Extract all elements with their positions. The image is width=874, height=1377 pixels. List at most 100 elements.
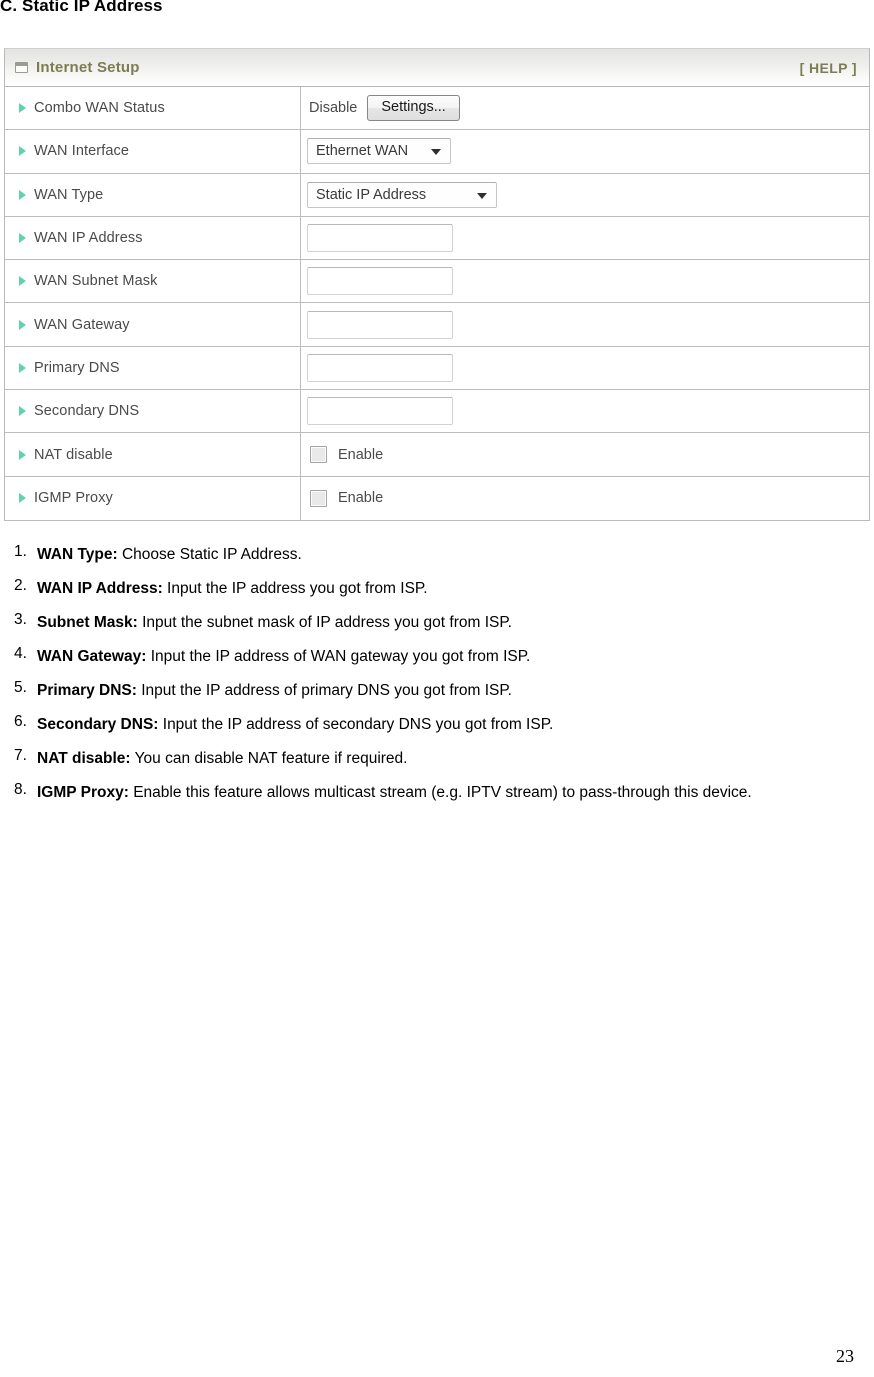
list-item: 2. WAN IP Address: Input the IP address … xyxy=(0,577,874,601)
wan-type-select[interactable]: Static IP Address xyxy=(307,181,497,208)
list-item-term: Secondary DNS: xyxy=(37,716,159,734)
wan-ip-address-input[interactable] xyxy=(307,224,453,253)
list-item-number: 2. xyxy=(14,577,27,595)
list-item-text: Input the IP address of WAN gateway you … xyxy=(146,648,531,666)
label-text: WAN IP Address xyxy=(34,230,143,247)
settings-table: Combo WAN Status Disable Settings... WAN… xyxy=(5,87,869,520)
row-value-wan-ip-address xyxy=(301,217,869,259)
list-item-text: You can disable NAT feature if required. xyxy=(130,750,408,768)
row-label-wan-gateway: WAN Gateway xyxy=(5,303,301,346)
list-item: 6. Secondary DNS: Input the IP address o… xyxy=(0,713,874,737)
row-value-wan-subnet-mask xyxy=(301,260,869,302)
row-label-primary-dns: Primary DNS xyxy=(5,346,301,390)
bullet-triangle-icon xyxy=(19,276,26,287)
table-row: WAN Type Static IP Address xyxy=(5,173,869,217)
primary-dns-input[interactable] xyxy=(307,353,453,382)
igmp-proxy-checkbox-wrap: Enable xyxy=(307,489,384,507)
list-item-number: 3. xyxy=(14,611,27,629)
wan-subnet-mask-input[interactable] xyxy=(307,267,453,296)
bullet-triangle-icon xyxy=(19,233,26,244)
list-item-number: 4. xyxy=(14,645,27,663)
row-value-wan-gateway xyxy=(301,303,869,345)
row-label-igmp-proxy: IGMP Proxy xyxy=(5,476,301,520)
igmp-proxy-checkbox[interactable] xyxy=(310,489,327,507)
list-item-number: 8. xyxy=(14,781,27,799)
row-value-igmp-proxy: Enable xyxy=(301,477,869,520)
list-item-body: IGMP Proxy: Enable this feature allows m… xyxy=(37,781,752,805)
label-text: Secondary DNS xyxy=(34,403,140,420)
list-item-body: Primary DNS: Input the IP address of pri… xyxy=(37,679,512,703)
table-row: Primary DNS xyxy=(5,346,869,391)
table-row: NAT disable Enable xyxy=(5,433,869,477)
row-label-secondary-dns: Secondary DNS xyxy=(5,390,301,433)
list-item: 7. NAT disable: You can disable NAT feat… xyxy=(0,747,874,771)
page-title: C. Static IP Address xyxy=(0,0,163,15)
list-item-term: Primary DNS: xyxy=(37,682,137,700)
settings-button[interactable]: Settings... xyxy=(367,95,460,121)
row-label-wan-subnet-mask: WAN Subnet Mask xyxy=(5,260,301,303)
list-item-term: IGMP Proxy: xyxy=(37,784,129,802)
bullet-triangle-icon xyxy=(19,189,26,200)
panel-title: Internet Setup xyxy=(36,59,140,76)
label-text: WAN Subnet Mask xyxy=(34,273,158,290)
table-row: WAN IP Address xyxy=(5,216,869,261)
chevron-down-icon xyxy=(477,192,487,199)
help-link[interactable]: [ HELP ] xyxy=(800,60,857,76)
list-item: 4. WAN Gateway: Input the IP address of … xyxy=(0,645,874,669)
label-text: IGMP Proxy xyxy=(34,490,113,507)
list-item-body: WAN Type: Choose Static IP Address. xyxy=(37,543,302,567)
row-value-secondary-dns xyxy=(301,390,869,432)
secondary-dns-input[interactable] xyxy=(307,397,453,426)
wan-gateway-input[interactable] xyxy=(307,310,453,339)
table-row: WAN Subnet Mask xyxy=(5,260,869,304)
list-item-number: 6. xyxy=(14,713,27,731)
list-item-body: WAN IP Address: Input the IP address you… xyxy=(37,577,428,601)
list-item-term: WAN Type: xyxy=(37,546,118,563)
bullet-triangle-icon xyxy=(19,362,26,373)
panel-header: Internet Setup [ HELP ] xyxy=(5,49,869,87)
list-item: 1. WAN Type: Choose Static IP Address. xyxy=(0,543,874,567)
nat-disable-checkbox[interactable] xyxy=(310,446,327,464)
table-row: Combo WAN Status Disable Settings... xyxy=(5,87,869,131)
list-item-term: WAN Gateway: xyxy=(37,648,147,666)
wan-interface-select[interactable]: Ethernet WAN xyxy=(307,138,451,165)
row-label-wan-ip-address: WAN IP Address xyxy=(5,216,301,260)
table-row: WAN Gateway xyxy=(5,303,869,347)
list-item-text: Enable this feature allows multicast str… xyxy=(128,784,752,802)
internet-setup-panel: Internet Setup [ HELP ] Combo WAN Status… xyxy=(4,48,870,521)
list-item: 5. Primary DNS: Input the IP address of … xyxy=(0,679,874,703)
label-text: WAN Type xyxy=(34,186,104,203)
page-number: 23 xyxy=(836,1346,854,1366)
combo-wan-status-value: Disable xyxy=(309,100,358,117)
window-icon xyxy=(15,62,28,73)
list-item-text: Input the IP address of primary DNS you … xyxy=(136,682,512,700)
list-item-text: Choose Static IP Address. xyxy=(117,546,302,563)
list-item-number: 5. xyxy=(14,679,27,697)
list-item-body: NAT disable: You can disable NAT feature… xyxy=(37,747,407,771)
panel-header-left: Internet Setup xyxy=(15,59,140,76)
chevron-down-icon xyxy=(431,149,441,156)
bullet-triangle-icon xyxy=(19,146,26,157)
label-text: Combo WAN Status xyxy=(34,100,165,117)
row-value-wan-interface: Ethernet WAN xyxy=(301,130,869,172)
label-text: Primary DNS xyxy=(34,359,120,376)
list-item-body: Subnet Mask: Input the subnet mask of IP… xyxy=(37,611,512,635)
row-value-nat-disable: Enable xyxy=(301,433,869,475)
wan-type-selected-value: Static IP Address xyxy=(316,186,427,203)
list-item-text: Input the IP address you got from ISP. xyxy=(162,580,428,598)
list-item: 3. Subnet Mask: Input the subnet mask of… xyxy=(0,611,874,635)
list-item-number: 1. xyxy=(14,543,27,560)
wan-interface-selected-value: Ethernet WAN xyxy=(316,143,409,160)
bullet-triangle-icon xyxy=(19,319,26,330)
bullet-triangle-icon xyxy=(19,406,26,417)
bullet-triangle-icon xyxy=(19,493,26,504)
igmp-proxy-checkbox-label: Enable xyxy=(338,490,384,507)
table-row: Secondary DNS xyxy=(5,390,869,434)
list-item-text: Input the subnet mask of IP address you … xyxy=(137,614,512,632)
row-value-combo-wan-status: Disable Settings... xyxy=(301,87,869,129)
instruction-list: 1. WAN Type: Choose Static IP Address. 2… xyxy=(0,543,874,815)
list-item-number: 7. xyxy=(14,747,27,765)
list-item-body: Secondary DNS: Input the IP address of s… xyxy=(37,713,553,737)
list-item-term: NAT disable: xyxy=(37,750,131,768)
list-item-term: WAN IP Address: xyxy=(37,580,163,598)
